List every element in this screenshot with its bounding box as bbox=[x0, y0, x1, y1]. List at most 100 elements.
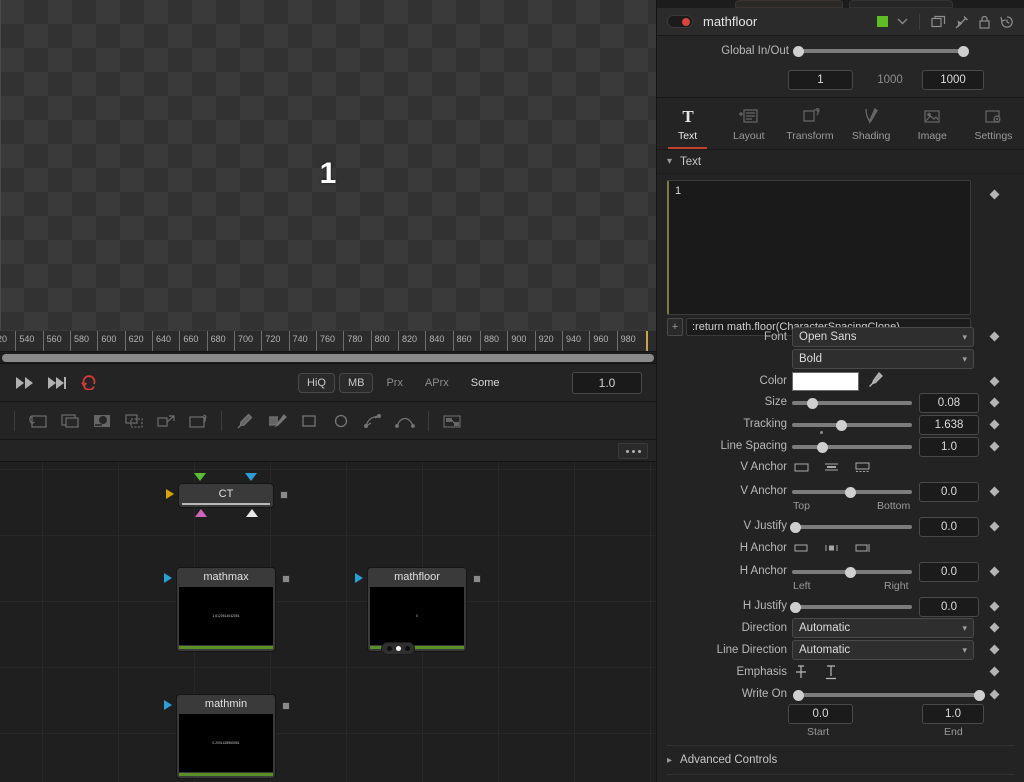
h-justify-value-field[interactable]: 0.0 bbox=[919, 597, 979, 617]
page-dot[interactable] bbox=[404, 646, 410, 651]
tab-text[interactable]: T Text bbox=[657, 98, 718, 149]
tab-transform[interactable]: Transform bbox=[779, 98, 840, 149]
node-input-bottom-magenta[interactable] bbox=[195, 509, 207, 517]
line-direction-dropdown[interactable]: Automatic ▾ bbox=[792, 640, 974, 660]
write-on-end-knob[interactable] bbox=[974, 689, 985, 701]
inspector-tab-partial-2[interactable] bbox=[849, 0, 953, 8]
node-body[interactable]: mathfloor 0 bbox=[367, 567, 467, 652]
node-input-arrow[interactable] bbox=[164, 700, 172, 710]
copy-node-icon[interactable] bbox=[931, 15, 946, 29]
node-input-top-blue[interactable] bbox=[245, 473, 257, 481]
font-family-dropdown[interactable]: Open Sans ▾ bbox=[792, 327, 974, 347]
keyframe-diamond[interactable] bbox=[989, 521, 1000, 532]
node-body[interactable]: mathmax 1.6120614042061 bbox=[176, 567, 276, 652]
quality-button-hiq[interactable]: HiQ bbox=[298, 372, 335, 393]
v-justify-value-field[interactable]: 0.0 bbox=[919, 517, 979, 537]
node-thumbnail-icon[interactable] bbox=[437, 407, 467, 435]
line-spacing-value-field[interactable]: 1.0 bbox=[919, 437, 979, 457]
anchor-bottom-icon[interactable] bbox=[854, 460, 871, 474]
keyframe-diamond[interactable] bbox=[989, 331, 1000, 342]
node-thumbnail[interactable]: 0 bbox=[370, 587, 464, 645]
tab-image[interactable]: Image bbox=[902, 98, 963, 149]
anchor-middle-icon[interactable] bbox=[823, 460, 840, 474]
eyedropper-icon[interactable] bbox=[868, 371, 884, 394]
stack-windows-icon[interactable] bbox=[55, 407, 85, 435]
node-input-arrow[interactable] bbox=[164, 573, 172, 583]
text-color-swatch[interactable] bbox=[792, 372, 859, 391]
h-anchor-slider-knob[interactable] bbox=[845, 566, 856, 578]
node-input-arrow[interactable] bbox=[355, 573, 363, 583]
chevron-down-icon[interactable] bbox=[897, 18, 908, 25]
node-enable-toggle[interactable] bbox=[667, 15, 693, 28]
write-on-start-field[interactable]: 0.0 bbox=[788, 704, 853, 724]
rotate-view-icon[interactable] bbox=[183, 407, 213, 435]
direction-dropdown[interactable]: Automatic ▾ bbox=[792, 618, 974, 638]
font-style-dropdown[interactable]: Bold ▾ bbox=[792, 349, 974, 369]
global-out-field[interactable]: 1000 bbox=[922, 70, 984, 90]
node-graph[interactable]: CT mathmax 1.6120614042061 mathfloor 0 mathmi… bbox=[0, 462, 656, 782]
keyframe-diamond[interactable] bbox=[989, 419, 1000, 430]
anchor-right-icon[interactable] bbox=[854, 541, 871, 555]
write-on-slider-track[interactable] bbox=[795, 693, 981, 697]
tracking-slider-knob[interactable] bbox=[836, 419, 847, 431]
anchor-top-icon[interactable] bbox=[793, 460, 810, 474]
underline-icon[interactable] bbox=[823, 664, 839, 680]
global-in-out-track[interactable] bbox=[795, 49, 965, 53]
polyline-icon[interactable] bbox=[358, 407, 388, 435]
viewer-canvas[interactable]: 1 bbox=[0, 0, 656, 330]
tab-shading[interactable]: Shading bbox=[841, 98, 902, 149]
keyframe-diamond[interactable] bbox=[989, 666, 1000, 677]
node-input-bottom-white[interactable] bbox=[246, 509, 258, 517]
tracking-value-field[interactable]: 1.638 bbox=[919, 415, 979, 435]
circle-icon[interactable] bbox=[326, 407, 356, 435]
keyframe-diamond[interactable] bbox=[989, 376, 1000, 387]
keyframe-diamond[interactable] bbox=[989, 644, 1000, 655]
node-mathmax[interactable]: mathmax 1.6120614042061 bbox=[164, 567, 290, 652]
node-body[interactable]: CT bbox=[178, 483, 274, 508]
anchor-left-icon[interactable] bbox=[793, 541, 810, 555]
node-editor-menu-button[interactable] bbox=[618, 443, 648, 459]
text-section-header[interactable]: ▾ Text bbox=[657, 150, 1024, 174]
loop-region-icon[interactable] bbox=[23, 407, 53, 435]
loop-icon[interactable] bbox=[76, 370, 102, 396]
reset-history-icon[interactable] bbox=[1000, 15, 1014, 29]
node-input-top-green[interactable] bbox=[194, 473, 206, 481]
bspline-icon[interactable] bbox=[390, 407, 420, 435]
timeline-ruler[interactable]: 520 540 560 580 600 620 640 660 680 700 720 740 760 7… bbox=[0, 330, 656, 352]
keyframe-diamond[interactable] bbox=[989, 689, 1000, 700]
paint-brush-icon[interactable] bbox=[262, 407, 292, 435]
node-mathmin[interactable]: mathmin 0.2001428965061 bbox=[164, 694, 290, 779]
current-frame-field[interactable]: 1.0 bbox=[572, 371, 642, 394]
line-spacing-slider-track[interactable] bbox=[792, 445, 912, 449]
line-spacing-slider-knob[interactable] bbox=[817, 441, 828, 453]
node-input-arrow[interactable] bbox=[166, 489, 174, 499]
v-justify-slider-track[interactable] bbox=[792, 525, 912, 529]
node-output-handle[interactable] bbox=[280, 491, 288, 499]
node-output-handle[interactable] bbox=[473, 575, 481, 583]
play-forward-icon[interactable] bbox=[12, 370, 38, 396]
h-justify-slider-track[interactable] bbox=[792, 605, 912, 609]
global-in-field[interactable]: 1 bbox=[788, 70, 853, 90]
keyframe-diamond[interactable] bbox=[989, 397, 1000, 408]
node-thumbnail[interactable]: 0.2001428965061 bbox=[179, 714, 273, 772]
color-picker-icon[interactable] bbox=[230, 407, 260, 435]
viewer-hscrollbar-thumb[interactable] bbox=[2, 354, 654, 362]
keyframe-diamond[interactable] bbox=[989, 486, 1000, 497]
wipe-view-icon[interactable] bbox=[87, 407, 117, 435]
global-in-knob[interactable] bbox=[793, 45, 804, 57]
write-on-end-field[interactable]: 1.0 bbox=[922, 704, 984, 724]
node-mathfloor[interactable]: mathfloor 0 bbox=[355, 567, 481, 655]
write-on-start-knob[interactable] bbox=[793, 689, 804, 701]
page-dot[interactable] bbox=[386, 646, 392, 651]
v-anchor-value-field[interactable]: 0.0 bbox=[919, 482, 979, 502]
global-out-knob[interactable] bbox=[958, 45, 969, 57]
quality-button-some[interactable]: Some bbox=[462, 373, 509, 393]
page-dot[interactable] bbox=[395, 646, 401, 651]
fit-expand-icon[interactable] bbox=[151, 407, 181, 435]
rectangle-icon[interactable] bbox=[294, 407, 324, 435]
keyframe-diamond[interactable] bbox=[989, 189, 1000, 200]
strikethrough-icon[interactable] bbox=[793, 664, 809, 680]
keyframe-diamond[interactable] bbox=[989, 566, 1000, 577]
pin-icon[interactable] bbox=[955, 15, 969, 29]
inspector-tab-partial-1[interactable] bbox=[735, 0, 843, 8]
